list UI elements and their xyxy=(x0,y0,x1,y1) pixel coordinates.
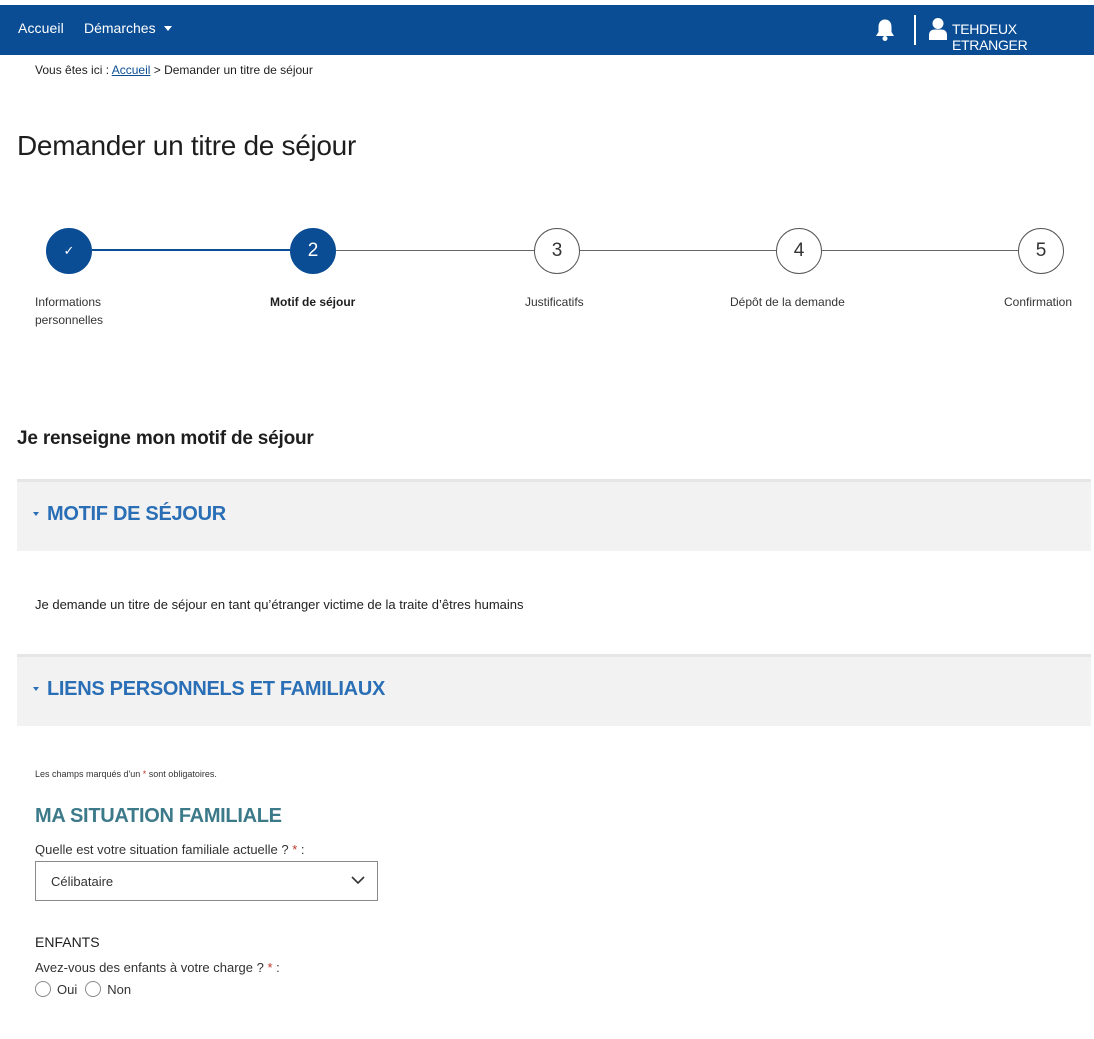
enfants-question-suffix: : xyxy=(272,960,280,975)
progress-stepper: ✓ 2 3 4 5 Informations personnelles Moti… xyxy=(0,225,1094,345)
step-2-number: 2 xyxy=(307,240,319,261)
enfants-question-label: Avez-vous des enfants à votre charge ? *… xyxy=(35,960,280,975)
step-1-label-line1: Informations xyxy=(35,295,102,309)
enfants-title: ENFANTS xyxy=(35,934,100,950)
caret-down-icon xyxy=(33,512,39,516)
step-4-label: Dépôt de la demande xyxy=(730,295,845,309)
situation-question-text: Quelle est votre situation familiale act… xyxy=(35,842,293,857)
situation-selected-value: Célibataire xyxy=(51,874,114,889)
breadcrumb-home-link[interactable]: Accueil xyxy=(112,63,151,77)
chevron-down-icon xyxy=(351,876,365,885)
radio-oui[interactable] xyxy=(35,981,51,997)
stepper-line-3 xyxy=(580,250,776,251)
nav-demarches-label: Démarches xyxy=(84,20,156,36)
step-5-number: 5 xyxy=(1035,240,1047,261)
situation-question-label: Quelle est votre situation familiale act… xyxy=(35,842,305,857)
caret-down-icon xyxy=(33,687,39,691)
motif-description: Je demande un titre de séjour en tant qu… xyxy=(35,597,524,612)
stepper-line-1 xyxy=(92,249,290,251)
step-2-circle: 2 xyxy=(290,228,336,274)
nav-demarches-menu[interactable]: Démarches xyxy=(84,20,172,36)
topbar-separator xyxy=(914,15,916,45)
check-icon: ✓ xyxy=(63,243,75,258)
stepper-line-2 xyxy=(336,250,534,251)
stepper-line-4 xyxy=(822,250,1018,251)
accordion-liens-personnels[interactable]: LIENS PERSONNELS ET FAMILIAUX xyxy=(17,654,1091,726)
user-name-link[interactable]: TEHDEUX ETRANGER xyxy=(952,21,1094,53)
situation-question-suffix: : xyxy=(297,842,305,857)
enfants-radio-group: Oui Non xyxy=(35,981,139,997)
bell-icon[interactable] xyxy=(874,18,896,42)
accordion-liens-title: LIENS PERSONNELS ET FAMILIAUX xyxy=(47,678,385,700)
mandatory-fields-note: Les champs marqués d'un * sont obligatoi… xyxy=(35,769,217,779)
user-icon[interactable] xyxy=(928,17,948,41)
step-2-label: Motif de séjour xyxy=(270,295,356,309)
step-1-circle: ✓ xyxy=(46,228,92,274)
step-5-label: Confirmation xyxy=(1004,295,1073,309)
enfants-question-text: Avez-vous des enfants à votre charge ? xyxy=(35,960,268,975)
page-title: Demander un titre de séjour xyxy=(17,130,356,161)
step-1-label-line2: personnelles xyxy=(35,313,104,327)
section-title: Je renseigne mon motif de séjour xyxy=(17,428,314,449)
breadcrumb-current: > Demander un titre de séjour xyxy=(150,63,313,77)
mandatory-note-after: sont obligatoires. xyxy=(146,769,217,779)
mandatory-note-before: Les champs marqués d'un xyxy=(35,769,143,779)
situation-familiale-title: MA SITUATION FAMILIALE xyxy=(35,805,282,827)
radio-non-label[interactable]: Non xyxy=(107,982,131,997)
breadcrumb: Vous êtes ici : Accueil > Demander un ti… xyxy=(35,63,313,77)
radio-oui-label[interactable]: Oui xyxy=(57,982,77,997)
nav-accueil-link[interactable]: Accueil xyxy=(18,20,64,36)
step-3-number: 3 xyxy=(551,240,563,261)
step-3-circle: 3 xyxy=(534,228,580,274)
step-3-label: Justificatifs xyxy=(525,295,584,309)
step-4-circle: 4 xyxy=(776,228,822,274)
breadcrumb-prefix: Vous êtes ici : xyxy=(35,63,112,77)
radio-non[interactable] xyxy=(85,981,102,997)
accordion-motif-title: MOTIF DE SÉJOUR xyxy=(47,503,226,525)
step-4-number: 4 xyxy=(793,240,805,261)
step-5-circle: 5 xyxy=(1018,228,1064,274)
caret-down-icon xyxy=(163,26,172,31)
top-nav-bar: Accueil Démarches TEHDEUX ETRANGER xyxy=(0,5,1094,55)
accordion-motif-de-sejour[interactable]: MOTIF DE SÉJOUR xyxy=(17,479,1091,551)
step-1-label: Informations personnelles xyxy=(35,293,155,329)
situation-familiale-select[interactable]: Célibataire xyxy=(35,861,378,901)
